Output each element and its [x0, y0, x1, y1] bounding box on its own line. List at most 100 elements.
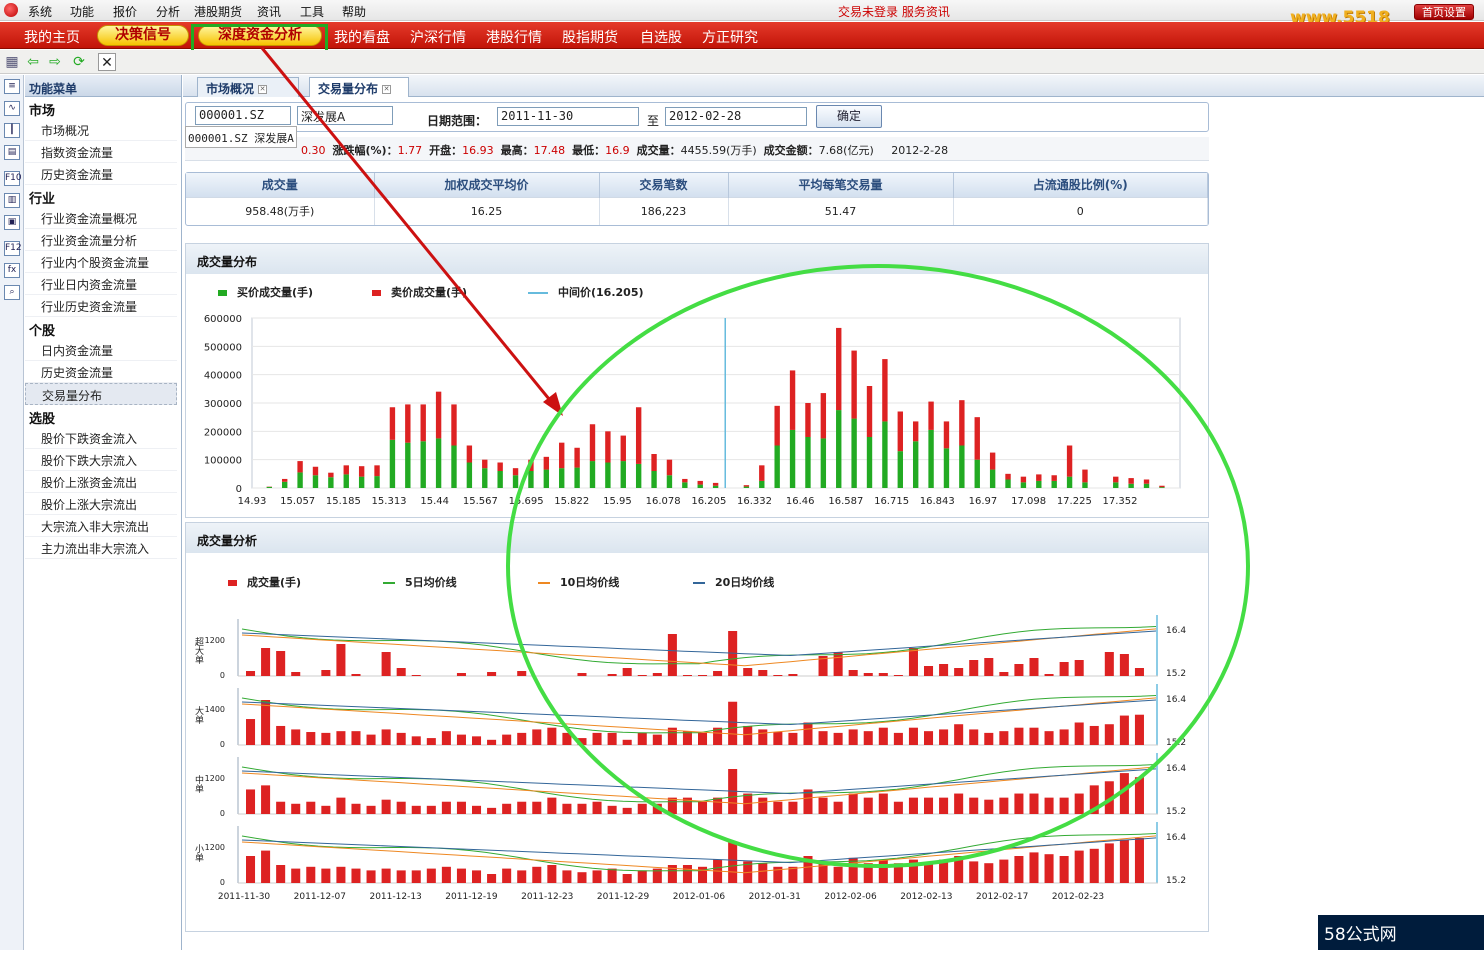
sidebar-group-stock[interactable]: 个股	[25, 317, 181, 339]
f12-icon[interactable]: F12	[4, 241, 20, 256]
corner-watermark: 58公式网 www.58gu.com	[1318, 915, 1484, 950]
volume-bar	[849, 729, 858, 745]
function-sidebar: 功能菜单 市场 市场概况 指数资金流量 历史资金流量 行业 行业资金流量概况 行…	[25, 75, 182, 950]
sell-bar	[744, 485, 749, 486]
sidebar-item-industry-analysis[interactable]: 行业资金流量分析	[25, 229, 177, 251]
f10-icon[interactable]: F10	[4, 171, 20, 186]
sell-bar	[713, 483, 718, 486]
volume-bar	[834, 652, 843, 676]
volume-bar	[1029, 658, 1038, 676]
sidebar-item-volume-distribution[interactable]: 交易量分布	[25, 383, 177, 405]
sidebar-item-industry-overview[interactable]: 行业资金流量概况	[25, 207, 177, 229]
stats-header: 占流通股比例(%)	[953, 173, 1208, 197]
sell-bar	[1021, 477, 1026, 483]
formula-icon[interactable]: fx	[4, 263, 20, 278]
sidebar-item-screen-1[interactable]: 股价下跌资金流入	[25, 427, 177, 449]
table-icon[interactable]: ▤	[4, 145, 20, 160]
nav-my-board[interactable]: 我的看盘	[334, 27, 390, 47]
sidebar-item-screen-6[interactable]: 主力流出非大宗流入	[25, 537, 177, 559]
login-status[interactable]: 交易未登录 服务资讯	[838, 3, 950, 20]
sidebar-item-market-overview[interactable]: 市场概况	[25, 119, 177, 141]
search-icon[interactable]: ⌕	[4, 285, 20, 300]
close-tab-icon[interactable]: ✕	[382, 85, 391, 94]
menu-news[interactable]: 资讯	[257, 3, 281, 20]
buy-bar	[1128, 484, 1133, 488]
code-suggestion-dropdown[interactable]: 000001.SZ 深发展A	[185, 126, 297, 148]
stock-code-input[interactable]: 000001.SZ	[195, 106, 291, 125]
close-icon[interactable]: ✕	[98, 53, 116, 71]
volume-bar	[457, 802, 466, 814]
sidebar-group-screener[interactable]: 选股	[25, 405, 181, 427]
menu-function[interactable]: 功能	[70, 3, 94, 20]
legend-sell: 卖价成交量(手)	[372, 284, 467, 300]
volume-bar	[291, 869, 300, 883]
forward-arrow-icon[interactable]: ⇨	[46, 53, 64, 71]
volume-bar	[577, 872, 586, 883]
volume-bar	[246, 789, 255, 814]
tab-volume-distribution[interactable]: 交易量分布✕	[309, 77, 409, 97]
nav-hk-market[interactable]: 港股行情	[486, 27, 542, 47]
volume-bar	[879, 673, 888, 676]
menu-hk-futures[interactable]: 港股期货	[194, 3, 242, 20]
report-icon[interactable]: ▥	[4, 193, 20, 208]
grid-icon[interactable]: ▦	[3, 53, 21, 71]
close-tab-icon[interactable]: ✕	[258, 85, 267, 94]
buy-bar	[436, 438, 441, 488]
sidebar-item-industry-intraday[interactable]: 行业日内资金流量	[25, 273, 177, 295]
tab-label: 市场概况	[206, 82, 254, 96]
sidebar-item-stock-history-flow[interactable]: 历史资金流量	[25, 361, 177, 383]
sidebar-item-index-flow[interactable]: 指数资金流量	[25, 141, 177, 163]
sidebar-group-market[interactable]: 市场	[25, 97, 181, 119]
tab-market-overview[interactable]: 市场概况 ✕	[197, 77, 299, 97]
home-settings-button[interactable]: 首页设置	[1414, 4, 1474, 20]
sidebar-item-industry-stocks[interactable]: 行业内个股资金流量	[25, 251, 177, 273]
sidebar-group-industry[interactable]: 行业	[25, 185, 181, 207]
left-tool-strip: ≡ ∿ ┃ ▤ F10 ▥ ▣ F12 fx ⌕	[0, 75, 24, 950]
nav-index-futures[interactable]: 股指期货	[562, 27, 618, 47]
list-icon[interactable]: ≡	[4, 79, 20, 94]
end-date-input[interactable]: 2012-02-28	[665, 107, 807, 126]
volume-bar	[713, 798, 722, 814]
stock-name-input[interactable]: 深发展A	[297, 106, 393, 125]
candle-chart-icon[interactable]: ┃	[4, 123, 20, 138]
back-arrow-icon[interactable]: ⇦	[24, 53, 42, 71]
sell-bar	[790, 370, 795, 430]
sell-bar	[467, 446, 472, 463]
start-date-input[interactable]: 2011-11-30	[497, 107, 639, 126]
refresh-icon[interactable]: ⟳	[70, 53, 88, 71]
sell-bar	[1128, 478, 1133, 484]
menu-tools[interactable]: 工具	[300, 3, 324, 20]
nav-founder-research[interactable]: 方正研究	[702, 27, 758, 47]
nav-decision-signal[interactable]: 决策信号	[97, 25, 189, 46]
sidebar-item-history-flow[interactable]: 历史资金流量	[25, 163, 177, 185]
sidebar-item-industry-history[interactable]: 行业历史资金流量	[25, 295, 177, 317]
line-chart-icon[interactable]: ∿	[4, 101, 20, 116]
confirm-button[interactable]: 确定	[816, 105, 882, 128]
sell-bar	[975, 417, 980, 460]
nav-watchlist[interactable]: 自选股	[640, 27, 682, 47]
sidebar-item-screen-5[interactable]: 大宗流入非大宗流出	[25, 515, 177, 537]
volume-bar	[773, 802, 782, 814]
menu-system[interactable]: 系统	[28, 3, 52, 20]
menu-quote[interactable]: 报价	[113, 3, 137, 20]
sell-bar	[1113, 477, 1118, 483]
sidebar-item-intraday-flow[interactable]: 日内资金流量	[25, 339, 177, 361]
menu-analysis[interactable]: 分析	[156, 3, 180, 20]
sidebar-item-screen-3[interactable]: 股价上涨资金流出	[25, 471, 177, 493]
y-tick-label: 1200	[205, 636, 225, 645]
sidebar-item-screen-2[interactable]: 股价下跌大宗流入	[25, 449, 177, 471]
volume-bar	[532, 867, 541, 883]
sell-bar	[436, 392, 441, 439]
news-icon[interactable]: ▣	[4, 215, 20, 230]
volume-bar	[517, 671, 526, 676]
sidebar-item-screen-4[interactable]: 股价上涨大宗流出	[25, 493, 177, 515]
nav-sh-sz-market[interactable]: 沪深行情	[410, 27, 466, 47]
buy-bar	[621, 461, 626, 488]
nav-my-home[interactable]: 我的主页	[24, 27, 80, 47]
buy-bar	[282, 482, 287, 488]
volume-bar	[577, 673, 586, 676]
menu-help[interactable]: 帮助	[342, 3, 366, 20]
volume-bar	[412, 870, 421, 883]
volume-bar	[803, 723, 812, 746]
volume-bar	[1105, 652, 1114, 676]
